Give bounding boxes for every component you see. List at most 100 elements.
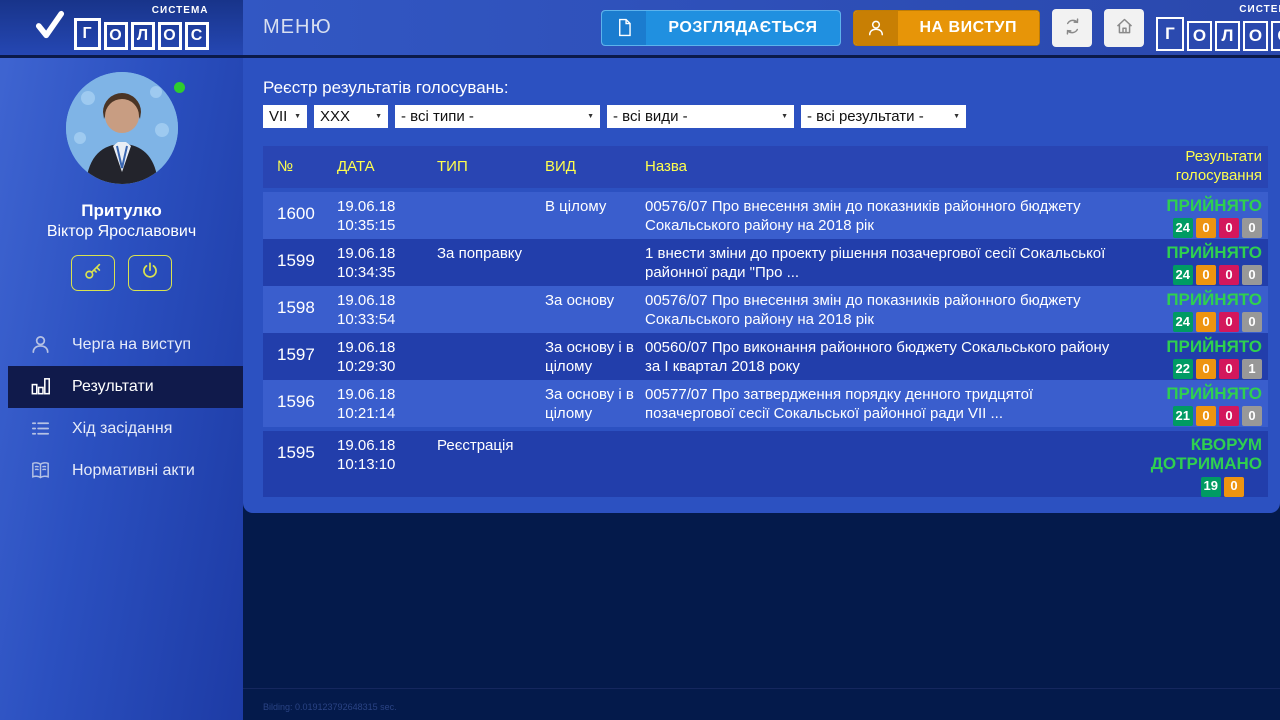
votes-registered-badge: 19 xyxy=(1201,477,1221,497)
refresh-icon xyxy=(1062,16,1083,40)
results-select[interactable]: - всі результати -▼ xyxy=(801,105,966,128)
row-result: ПРИЙНЯТО 21 0 0 0 xyxy=(1118,380,1268,427)
row-date: 19.06.1810:29:30 xyxy=(337,333,437,380)
table-row[interactable]: 1595 19.06.1810:13:10 Реєстрація КВОРУМ … xyxy=(263,431,1268,497)
votes-abstain-badge: 0 xyxy=(1196,265,1216,285)
sidebar: СИСТЕМА Г О Л О С xyxy=(0,0,243,720)
sidebar-item-label: Хід засідання xyxy=(72,420,172,438)
logout-power-button[interactable] xyxy=(128,255,172,291)
speech-button-label: НА ВИСТУП xyxy=(898,11,1040,45)
table-row[interactable]: 1597 19.06.1810:29:30 За основу і в ціло… xyxy=(263,333,1268,380)
key-button[interactable] xyxy=(71,255,115,291)
user-first-middle-name: Віктор Ярославович xyxy=(0,222,243,243)
row-kind xyxy=(545,431,645,497)
row-result: КВОРУМ ДОТРИМАНО 19 0 xyxy=(1118,431,1268,497)
votes-abstain-badge: 0 xyxy=(1196,218,1216,238)
table-row[interactable]: 1600 19.06.1810:35:15 В цілому 00576/07 … xyxy=(263,192,1268,239)
row-type xyxy=(437,286,545,333)
votes-novote-badge: 0 xyxy=(1242,312,1262,332)
votes-abstain-badge: 0 xyxy=(1196,359,1216,379)
row-number: 1596 xyxy=(263,380,337,427)
logo-letter: Г xyxy=(74,18,101,50)
book-icon xyxy=(28,459,52,482)
request-speech-button[interactable]: НА ВИСТУП xyxy=(853,10,1041,46)
person-icon xyxy=(28,333,52,356)
row-date: 19.06.1810:33:54 xyxy=(337,286,437,333)
registry-title: Реєстр результатів голосувань: xyxy=(263,78,1268,98)
row-date: 19.06.1810:35:15 xyxy=(337,192,437,239)
logo-letter: С xyxy=(1271,21,1280,51)
topbar-logo[interactable]: СИСТЕМА Г О Л О С xyxy=(1156,4,1280,51)
row-type: За поправку xyxy=(437,239,545,286)
sidebar-item-label: Нормативні акти xyxy=(72,462,195,480)
session-select[interactable]: XXX▼ xyxy=(314,105,388,128)
row-name: 00577/07 Про затвердження порядку денног… xyxy=(645,380,1118,427)
votes-novote-badge: 1 xyxy=(1242,359,1262,379)
footer: Bilding: 0.019123792648315 sec. xyxy=(243,688,1280,720)
home-button[interactable] xyxy=(1104,9,1144,47)
votes-for-badge: 24 xyxy=(1173,312,1193,332)
verdict-label: ПРИЙНЯТО xyxy=(1118,337,1262,357)
row-date: 19.06.1810:21:14 xyxy=(337,380,437,427)
row-name: 00560/07 Про виконання районного бюджету… xyxy=(645,333,1118,380)
sidebar-item-proceedings[interactable]: Хід засідання xyxy=(0,408,243,450)
kinds-select[interactable]: - всі види -▼ xyxy=(607,105,794,128)
topbar: МЕНЮ РОЗГЛЯДАЄТЬСЯ Н xyxy=(243,0,1280,58)
row-number: 1598 xyxy=(263,286,337,333)
verdict-label: ПРИЙНЯТО xyxy=(1118,290,1262,310)
reviewing-button-label: РОЗГЛЯДАЄТЬСЯ xyxy=(646,11,839,45)
logo-letter: С xyxy=(185,22,209,50)
row-number: 1595 xyxy=(263,431,337,497)
reviewing-status-button[interactable]: РОЗГЛЯДАЄТЬСЯ xyxy=(601,10,840,46)
row-type xyxy=(437,192,545,239)
sidebar-menu: Черга на виступ Результати Хід засідання xyxy=(0,324,243,492)
votes-abstain-badge: 0 xyxy=(1196,312,1216,332)
votes-against-badge: 0 xyxy=(1219,312,1239,332)
list-icon xyxy=(28,417,52,440)
votes-unregistered-badge: 0 xyxy=(1224,477,1244,497)
key-icon xyxy=(82,260,104,285)
row-result: ПРИЙНЯТО 24 0 0 0 xyxy=(1118,286,1268,333)
sidebar-item-queue[interactable]: Черга на виступ xyxy=(0,324,243,366)
logo-letter: Г xyxy=(1156,17,1184,51)
footer-divider xyxy=(243,688,1280,689)
filter-row: VII▼ XXX▼ - всі типи -▼ - всі види -▼ - … xyxy=(263,105,1268,128)
online-status-dot xyxy=(174,82,185,93)
app-logo[interactable]: СИСТЕМА Г О Л О С xyxy=(0,0,243,58)
table-header: № ДАТА ТИП ВИД Назва Результати голосува… xyxy=(263,146,1268,188)
refresh-button[interactable] xyxy=(1052,9,1092,47)
col-header-kind: ВИД xyxy=(545,156,645,177)
user-block: Притулко Віктор Ярославович xyxy=(0,58,243,291)
votes-for-badge: 22 xyxy=(1173,359,1193,379)
chevron-down-icon: ▼ xyxy=(781,113,788,120)
row-date: 19.06.1810:34:35 xyxy=(337,239,437,286)
convocation-select[interactable]: VII▼ xyxy=(263,105,307,128)
verdict-label: КВОРУМ ДОТРИМАНО xyxy=(1118,435,1262,474)
types-select[interactable]: - всі типи -▼ xyxy=(395,105,600,128)
table-row[interactable]: 1596 19.06.1810:21:14 За основу і в ціло… xyxy=(263,380,1268,427)
row-number: 1600 xyxy=(263,192,337,239)
logo-letter: Л xyxy=(1215,21,1240,51)
document-icon xyxy=(602,11,646,45)
votes-against-badge: 0 xyxy=(1219,359,1239,379)
verdict-label: ПРИЙНЯТО xyxy=(1118,384,1262,404)
results-panel: Реєстр результатів голосувань: VII▼ XXX▼… xyxy=(243,58,1280,513)
row-result: ПРИЙНЯТО 24 0 0 0 xyxy=(1118,239,1268,286)
chevron-down-icon: ▼ xyxy=(375,113,382,120)
main-area: МЕНЮ РОЗГЛЯДАЄТЬСЯ Н xyxy=(243,0,1280,720)
build-timing-text: Bilding: 0.019123792648315 sec. xyxy=(263,702,1280,712)
row-number: 1599 xyxy=(263,239,337,286)
speaker-person-icon xyxy=(854,11,898,45)
votes-novote-badge: 0 xyxy=(1242,218,1262,238)
sidebar-item-label: Черга на виступ xyxy=(72,336,191,354)
table-row[interactable]: 1599 19.06.1810:34:35 За поправку 1 внес… xyxy=(263,239,1268,286)
row-type xyxy=(437,333,545,380)
sidebar-item-normative-acts[interactable]: Нормативні акти xyxy=(0,450,243,492)
results-table: № ДАТА ТИП ВИД Назва Результати голосува… xyxy=(263,146,1268,497)
table-row[interactable]: 1598 19.06.1810:33:54 За основу 00576/07… xyxy=(263,286,1268,333)
sidebar-item-label: Результати xyxy=(72,378,154,396)
sidebar-item-results[interactable]: Результати xyxy=(0,366,243,408)
votes-for-badge: 24 xyxy=(1173,265,1193,285)
row-kind: В цілому xyxy=(545,192,645,239)
row-type: Реєстрація xyxy=(437,431,545,497)
